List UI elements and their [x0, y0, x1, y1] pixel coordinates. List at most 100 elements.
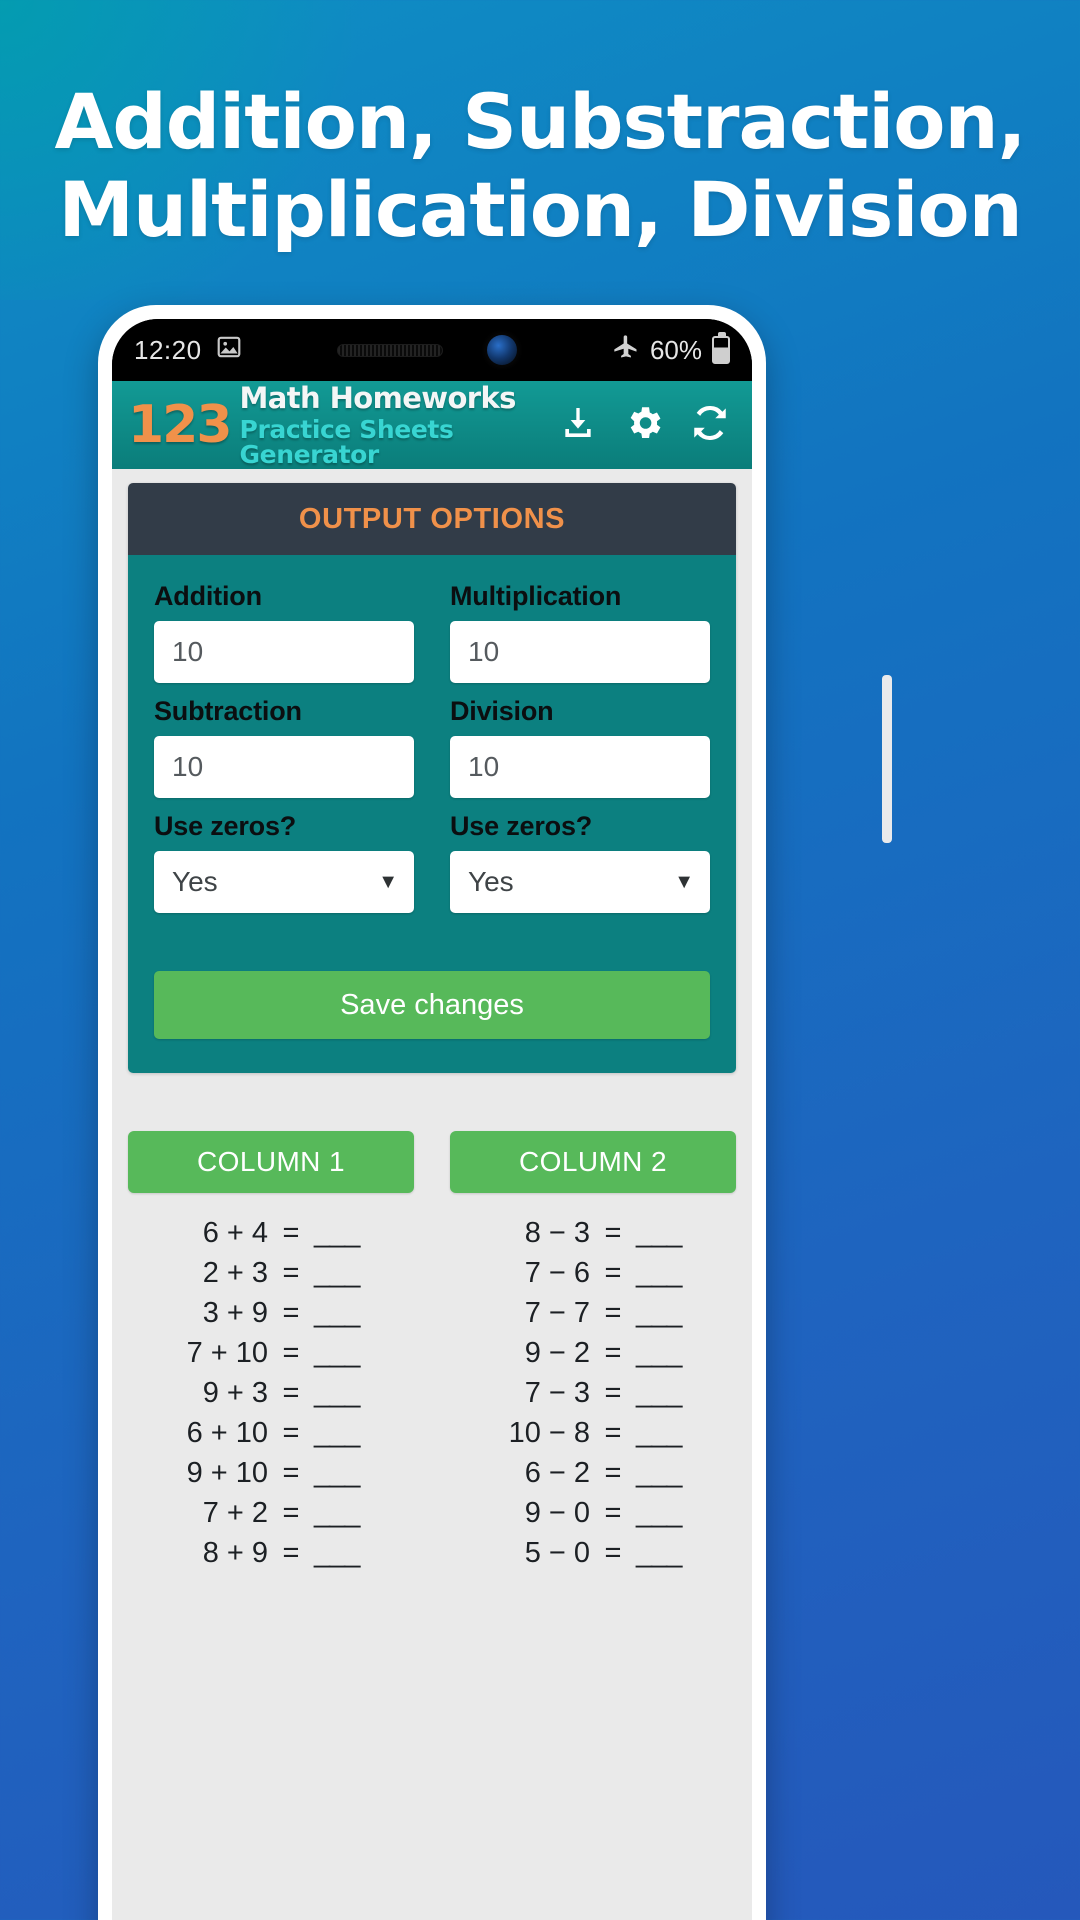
math-problem: 10 − 8 = ___	[472, 1415, 714, 1451]
math-problem: 3 + 9 = ___	[150, 1295, 392, 1331]
app-title-block: Math Homeworks Practice Sheets Generator	[239, 383, 556, 469]
image-icon	[216, 334, 242, 367]
chevron-down-icon: ▼	[674, 871, 694, 893]
app-content: OUTPUT OPTIONS Addition 10 Multiplicatio…	[112, 469, 752, 1920]
output-options-title: OUTPUT OPTIONS	[298, 502, 566, 535]
problem-equals: =	[604, 1377, 622, 1409]
addition-field-group: Addition 10	[154, 581, 414, 696]
settings-button[interactable]	[622, 403, 666, 447]
problem-equals: =	[282, 1457, 300, 1489]
multiplication-field-group: Multiplication 10	[450, 581, 710, 696]
problem-answer-blank: ___	[636, 1497, 682, 1529]
subtraction-input[interactable]: 10	[154, 736, 414, 798]
problem-equals: =	[604, 1417, 622, 1449]
phone-screen: 12:20 60% 123 Math Homeworks Practice Sh…	[112, 319, 752, 1920]
division-input[interactable]: 10	[450, 736, 710, 798]
problem-answer-blank: ___	[314, 1377, 360, 1409]
problem-equals: =	[604, 1217, 622, 1249]
options-grid-row-2: Subtraction 10 Division 10	[154, 696, 710, 811]
column-2-problems: 8 − 3 = ___ 7 − 6 = ___ 7 − 7 = ___ 9 − 2 = ___ 7 − …	[450, 1215, 736, 1571]
problem-answer-blank: ___	[314, 1217, 360, 1249]
problem-expression: 2 + 3	[202, 1257, 268, 1289]
problem-equals: =	[604, 1537, 622, 1569]
math-problem: 7 − 3 = ___	[472, 1375, 714, 1411]
refresh-icon	[689, 402, 731, 449]
phone-power-button[interactable]	[882, 675, 892, 843]
addition-input[interactable]: 10	[154, 621, 414, 683]
problem-answer-blank: ___	[636, 1417, 682, 1449]
problem-expression: 9 + 10	[186, 1457, 268, 1489]
use-zeros-left-label: Use zeros?	[154, 811, 297, 841]
subtraction-field-group: Subtraction 10	[154, 696, 414, 811]
math-problem: 6 + 4 = ___	[150, 1215, 392, 1251]
worksheet-columns: COLUMN 1 6 + 4 = ___ 2 + 3 = ___ 3 + 9 = ___ 7 + …	[128, 1131, 736, 1571]
status-bar-center	[242, 335, 612, 365]
output-options-header: OUTPUT OPTIONS	[128, 483, 736, 555]
airplane-mode-icon	[612, 333, 640, 368]
problem-answer-blank: ___	[636, 1537, 682, 1569]
problem-equals: =	[282, 1537, 300, 1569]
download-button[interactable]	[556, 403, 600, 447]
problem-expression: 9 − 0	[524, 1497, 590, 1529]
problem-answer-blank: ___	[636, 1377, 682, 1409]
save-changes-button[interactable]: Save changes	[154, 971, 710, 1039]
status-bar-left: 12:20	[134, 334, 242, 367]
app-subtitle: Practice Sheets Generator	[239, 414, 454, 469]
problem-answer-blank: ___	[636, 1457, 682, 1489]
math-problem: 2 + 3 = ___	[150, 1255, 392, 1291]
column-1-header[interactable]: COLUMN 1	[128, 1131, 414, 1193]
problem-equals: =	[604, 1297, 622, 1329]
use-zeros-right-select[interactable]: Yes ▼	[450, 851, 710, 913]
promo-headline: Addition, Substraction, Multiplication, …	[0, 78, 1080, 254]
problem-expression: 7 − 3	[524, 1377, 590, 1409]
math-problem: 7 + 2 = ___	[150, 1495, 392, 1531]
problem-expression: 7 + 10	[186, 1337, 268, 1369]
math-problem: 7 + 10 = ___	[150, 1335, 392, 1371]
math-problem: 7 − 7 = ___	[472, 1295, 714, 1331]
status-bar-clock: 12:20	[134, 334, 202, 365]
chevron-down-icon: ▼	[378, 871, 398, 893]
problem-expression: 5 − 0	[524, 1537, 590, 1569]
problem-equals: =	[282, 1337, 300, 1369]
problem-equals: =	[604, 1337, 622, 1369]
problem-answer-blank: ___	[314, 1417, 360, 1449]
status-bar-right: 60%	[612, 332, 730, 368]
problem-answer-blank: ___	[314, 1257, 360, 1289]
problem-expression: 6 − 2	[524, 1457, 590, 1489]
math-problem: 9 − 2 = ___	[472, 1335, 714, 1371]
math-problem: 5 − 0 = ___	[472, 1535, 714, 1571]
use-zeros-left-select[interactable]: Yes ▼	[154, 851, 414, 913]
use-zeros-right-group: Use zeros? Yes ▼	[450, 811, 710, 913]
problem-answer-blank: ___	[636, 1257, 682, 1289]
worksheet-column-1: COLUMN 1 6 + 4 = ___ 2 + 3 = ___ 3 + 9 = ___ 7 + …	[128, 1131, 414, 1571]
problem-expression: 7 − 7	[524, 1297, 590, 1329]
output-options-body: Addition 10 Multiplication 10 Subtractio…	[128, 555, 736, 1073]
refresh-button[interactable]	[688, 403, 732, 447]
problem-answer-blank: ___	[636, 1217, 682, 1249]
use-zeros-left-group: Use zeros? Yes ▼	[154, 811, 414, 913]
problem-answer-blank: ___	[314, 1497, 360, 1529]
math-problem: 7 − 6 = ___	[472, 1255, 714, 1291]
multiplication-input[interactable]: 10	[450, 621, 710, 683]
math-problem: 9 − 0 = ___	[472, 1495, 714, 1531]
problem-equals: =	[282, 1257, 300, 1289]
phone-mockup: 12:20 60% 123 Math Homeworks Practice Sh…	[98, 305, 892, 1920]
problem-expression: 8 + 9	[202, 1537, 268, 1569]
front-camera	[486, 335, 517, 365]
use-zeros-left-value: Yes	[172, 866, 218, 897]
problem-expression: 9 + 3	[202, 1377, 268, 1409]
column-2-header[interactable]: COLUMN 2	[450, 1131, 736, 1193]
logo-number: 123	[128, 395, 233, 455]
earpiece-speaker	[336, 343, 443, 357]
math-problem: 8 + 9 = ___	[150, 1535, 392, 1571]
battery-icon	[712, 332, 730, 364]
problem-expression: 7 − 6	[524, 1257, 590, 1289]
problem-equals: =	[282, 1217, 300, 1249]
problem-expression: 3 + 9	[202, 1297, 268, 1329]
problem-equals: =	[282, 1297, 300, 1329]
worksheet-column-2: COLUMN 2 8 − 3 = ___ 7 − 6 = ___ 7 − 7 = ___ 9 − …	[450, 1131, 736, 1571]
problem-answer-blank: ___	[314, 1537, 360, 1569]
division-field-group: Division 10	[450, 696, 710, 811]
status-bar: 12:20 60%	[112, 319, 752, 381]
math-problem: 6 + 10 = ___	[150, 1415, 392, 1451]
